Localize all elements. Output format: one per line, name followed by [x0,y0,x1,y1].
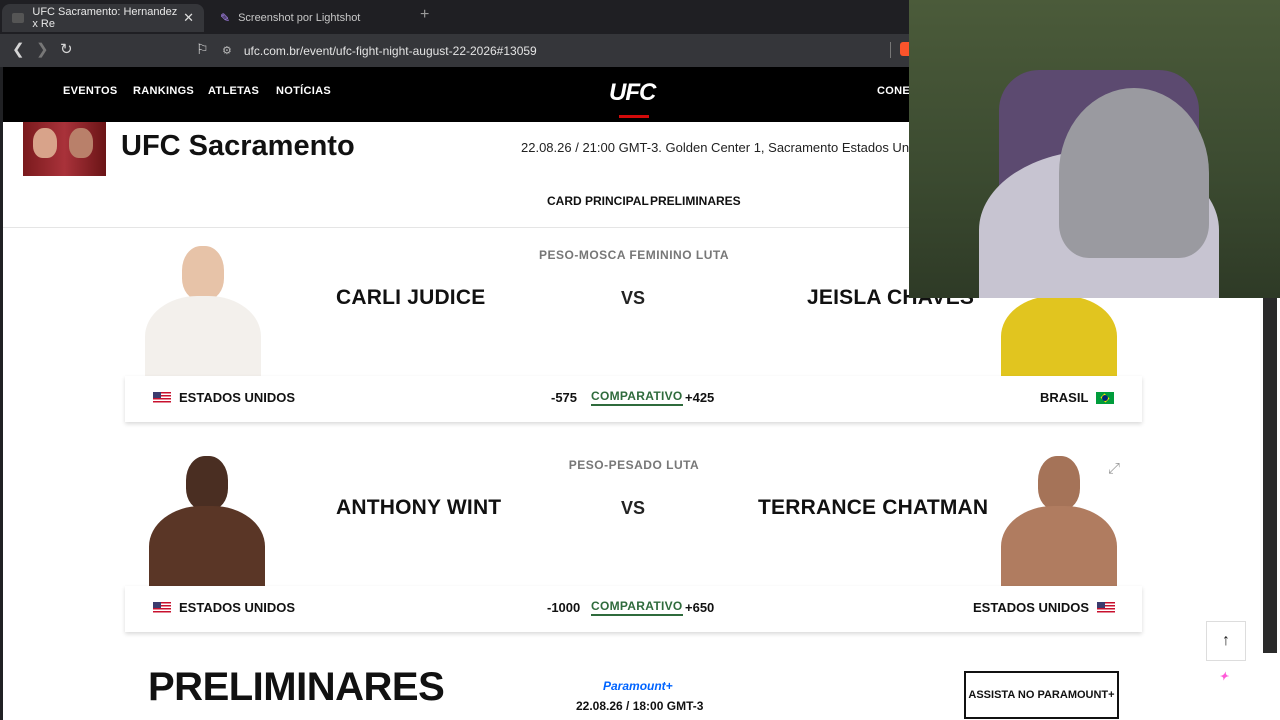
fighter-body [149,506,265,586]
country-red: ESTADOS UNIDOS [153,390,295,405]
fighter-name-red[interactable]: CARLI JUDICE [336,286,485,310]
reload-icon[interactable]: ↻ [60,40,73,58]
fighter-head [182,246,224,300]
fighter-photo-red [137,238,267,376]
country-red: ESTADOS UNIDOS [153,600,295,615]
watch-paramount-button[interactable]: ASSISTA NO PARAMOUNT+ [964,671,1119,719]
fighter-photo-blue [993,448,1123,586]
nav-noticias[interactable]: NOTÍCIAS [276,85,331,97]
us-flag-icon [153,602,171,613]
us-flag-icon [153,392,171,403]
scroll-top-button[interactable]: ↑ [1206,621,1246,661]
compare-link[interactable]: COMPARATIVO [591,389,683,406]
arrow-up-icon: ↑ [1222,632,1230,649]
tab-title: Screenshot por Lightshot [238,12,361,24]
country-label: ESTADOS UNIDOS [179,600,296,615]
forward-arrow-icon[interactable]: ❯ [36,40,49,58]
fighter-name-blue[interactable]: TERRANCE CHATMAN [758,496,988,520]
tab-preliminares[interactable]: PRELIMINARES [650,194,741,208]
nav-eventos[interactable]: EVENTOS [63,85,117,97]
new-tab-button[interactable]: + [420,6,429,24]
fighter-body [1001,296,1117,376]
vs-label: VS [621,498,646,518]
prelims-heading: PRELIMINARES [148,665,445,709]
fighter-name-red[interactable]: ANTHONY WINT [336,496,501,520]
tab-card-principal[interactable]: CARD PRINCIPAL [547,194,649,208]
tab-ufc-sacramento[interactable]: UFC Sacramento: Hernandez x Re ✕ [2,4,204,32]
ufc-logo[interactable]: UFC [609,79,656,107]
bout-card: PESO-PESADO LUTA ⤢ ANTHONY WINT VS TERRA… [3,438,1280,638]
back-arrow-icon[interactable]: ❮ [12,40,25,58]
url-text: ufc.com.br/event/ufc-fight-night-august-… [243,43,537,58]
event-info: 22.08.26 / 21:00 GMT-3. Golden Center 1,… [521,140,920,155]
us-flag-icon [1097,602,1116,613]
odds-blue: +425 [685,390,715,405]
address-bar[interactable]: ⚙ ufc.com.br/event/ufc-fight-night-augus… [222,38,892,63]
site-info-icon[interactable]: ⚙ [222,44,232,57]
nav-rankings[interactable]: RANKINGS [133,85,194,97]
toolbar-divider [890,42,891,58]
country-label: ESTADOS UNIDOS [973,600,1090,615]
event-title: UFC Sacramento [121,130,355,162]
webcam-overlay [909,0,1280,298]
person-hat [1059,88,1209,258]
fighter-head [1038,456,1080,510]
odds-red: -575 [551,390,578,405]
feather-icon: ✎ [220,11,231,25]
fighter-body [145,296,261,376]
event-thumbnail [23,122,106,176]
bout-info-bar: ESTADOS UNIDOS -575 COMPARATIVO +425 BRA… [125,376,1142,422]
streamer-logo: ✦ [1219,671,1229,683]
odds-red: -1000 [547,600,581,615]
bout-info-bar: ESTADOS UNIDOS -1000 COMPARATIVO +650 ES… [125,586,1142,632]
fighter-head [186,456,228,510]
close-tab-icon[interactable]: ✕ [183,10,194,26]
country-blue: BRASIL [1040,390,1115,405]
fighter-face-left [33,128,57,158]
brazil-flag-icon [1096,391,1115,404]
logo-underline [619,115,649,118]
fighter-photo-red [141,448,271,586]
country-label: ESTADOS UNIDOS [179,390,296,405]
compare-link[interactable]: COMPARATIVO [591,599,683,616]
tab-lightshot[interactable]: ✎ Screenshot por Lightshot [210,4,410,32]
paramount-logo: Paramount+ [603,679,673,693]
tab-title: UFC Sacramento: Hernandez x Re [32,6,178,30]
odds-blue: +650 [685,600,715,615]
nav-atletas[interactable]: ATLETAS [208,85,259,97]
ufc-favicon-icon [12,13,25,23]
bookmark-icon[interactable]: ⚐ [196,41,209,58]
fighter-face-right [69,128,93,158]
prelims-datetime: 22.08.26 / 18:00 GMT-3 [576,699,704,713]
vs-label: VS [621,288,646,308]
page-scrollbar[interactable] [1263,298,1277,653]
fighter-body [1001,506,1117,586]
country-blue: ESTADOS UNIDOS [973,600,1116,615]
country-label: BRASIL [1040,390,1089,405]
